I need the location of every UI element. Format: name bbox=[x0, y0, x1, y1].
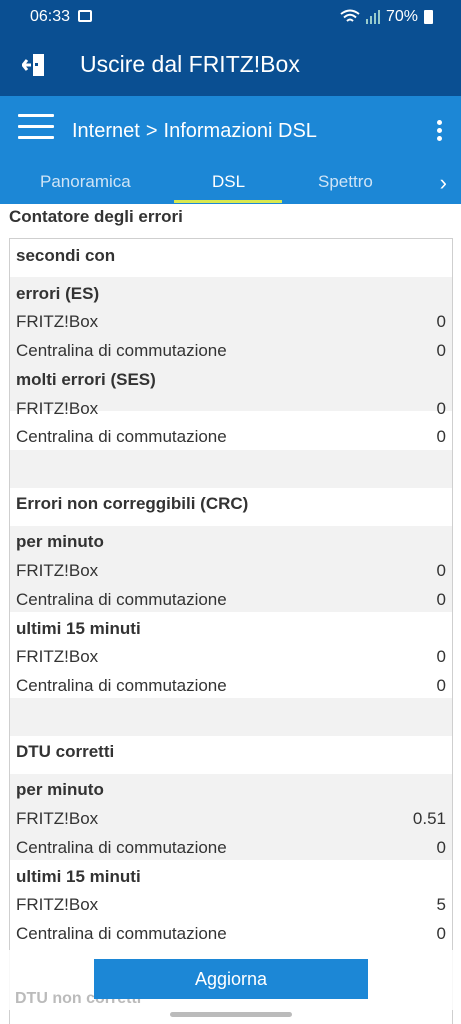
row-label: Centralina di commutazione bbox=[16, 341, 227, 360]
menu-icon[interactable] bbox=[18, 114, 54, 140]
row-label: errori (ES) bbox=[16, 284, 100, 303]
row-value: 0 bbox=[436, 561, 446, 580]
logout-icon[interactable] bbox=[22, 52, 46, 78]
row-label: ultimi 15 minuti bbox=[16, 867, 141, 886]
home-indicator[interactable] bbox=[170, 1012, 292, 1017]
row-value: 0.51 bbox=[412, 809, 446, 828]
image-notification-icon bbox=[78, 10, 92, 22]
wifi-icon bbox=[340, 9, 360, 22]
row-label: FRITZ!Box bbox=[16, 647, 99, 666]
row-label: molti errori (SES) bbox=[16, 370, 156, 389]
tab-panoramica[interactable]: Panoramica bbox=[40, 172, 131, 192]
error-counter-table: secondi con errori (ES) FRITZ!Box 0 Centr… bbox=[9, 238, 453, 1024]
status-time: 06:33 bbox=[30, 8, 71, 25]
row-value: 0 bbox=[436, 312, 446, 331]
navigation-bar: Internet > Informazioni DSL Panoramica D… bbox=[0, 96, 461, 204]
page-title[interactable]: Uscire dal FRITZ!Box bbox=[80, 51, 300, 78]
more-options-icon[interactable] bbox=[437, 120, 443, 141]
section-title: Contatore degli errori bbox=[9, 207, 183, 226]
status-right: 70% bbox=[340, 8, 433, 26]
row-label: per minuto bbox=[16, 532, 104, 551]
row-value: 0 bbox=[436, 838, 446, 857]
row-value: 0 bbox=[436, 924, 446, 943]
row-value: 0 bbox=[436, 427, 446, 446]
status-bar: 06:33 70% bbox=[0, 0, 461, 34]
row-band bbox=[10, 698, 452, 736]
breadcrumb-separator-icon: > bbox=[145, 120, 158, 142]
tab-spettro[interactable]: Spettro bbox=[318, 172, 373, 192]
breadcrumb: Internet > Informazioni DSL bbox=[72, 120, 317, 143]
breadcrumb-internet[interactable]: Internet bbox=[72, 120, 140, 143]
active-tab-indicator bbox=[174, 200, 282, 203]
app-header: Uscire dal FRITZ!Box bbox=[0, 34, 461, 96]
row-value: 0 bbox=[436, 676, 446, 695]
row-label: ultimi 15 minuti bbox=[16, 619, 141, 638]
row-label: FRITZ!Box bbox=[16, 399, 99, 418]
signal-icon bbox=[365, 10, 380, 24]
row-label: DTU corretti bbox=[16, 742, 115, 761]
row-value: 0 bbox=[436, 590, 446, 609]
battery-percent: 70% bbox=[385, 8, 418, 25]
row-value: 0 bbox=[436, 341, 446, 360]
row-label: FRITZ!Box bbox=[16, 895, 99, 914]
row-label: Errori non correggibili (CRC) bbox=[16, 494, 249, 513]
row-band bbox=[10, 450, 452, 488]
row-label: Centralina di commutazione bbox=[16, 676, 227, 695]
row-value: 0 bbox=[436, 647, 446, 666]
row-label: FRITZ!Box bbox=[16, 809, 99, 828]
row-label: Centralina di commutazione bbox=[16, 590, 227, 609]
row-value: 5 bbox=[436, 895, 446, 914]
row-label: FRITZ!Box bbox=[16, 312, 99, 331]
row-label: Centralina di commutazione bbox=[16, 838, 227, 857]
row-label: secondi con bbox=[16, 246, 116, 265]
row-value: 0 bbox=[436, 399, 446, 418]
row-label: Centralina di commutazione bbox=[16, 924, 227, 943]
refresh-button[interactable]: Aggiorna bbox=[94, 959, 368, 999]
battery-icon bbox=[424, 10, 433, 24]
tab-bar: Panoramica DSL Spettro › bbox=[0, 166, 461, 204]
breadcrumb-dsl-info: Informazioni DSL bbox=[163, 120, 317, 142]
row-label: Centralina di commutazione bbox=[16, 427, 227, 446]
row-label: FRITZ!Box bbox=[16, 561, 99, 580]
tab-dsl[interactable]: DSL bbox=[212, 172, 245, 192]
row-label: per minuto bbox=[16, 780, 104, 799]
chevron-right-icon[interactable]: › bbox=[440, 170, 447, 196]
